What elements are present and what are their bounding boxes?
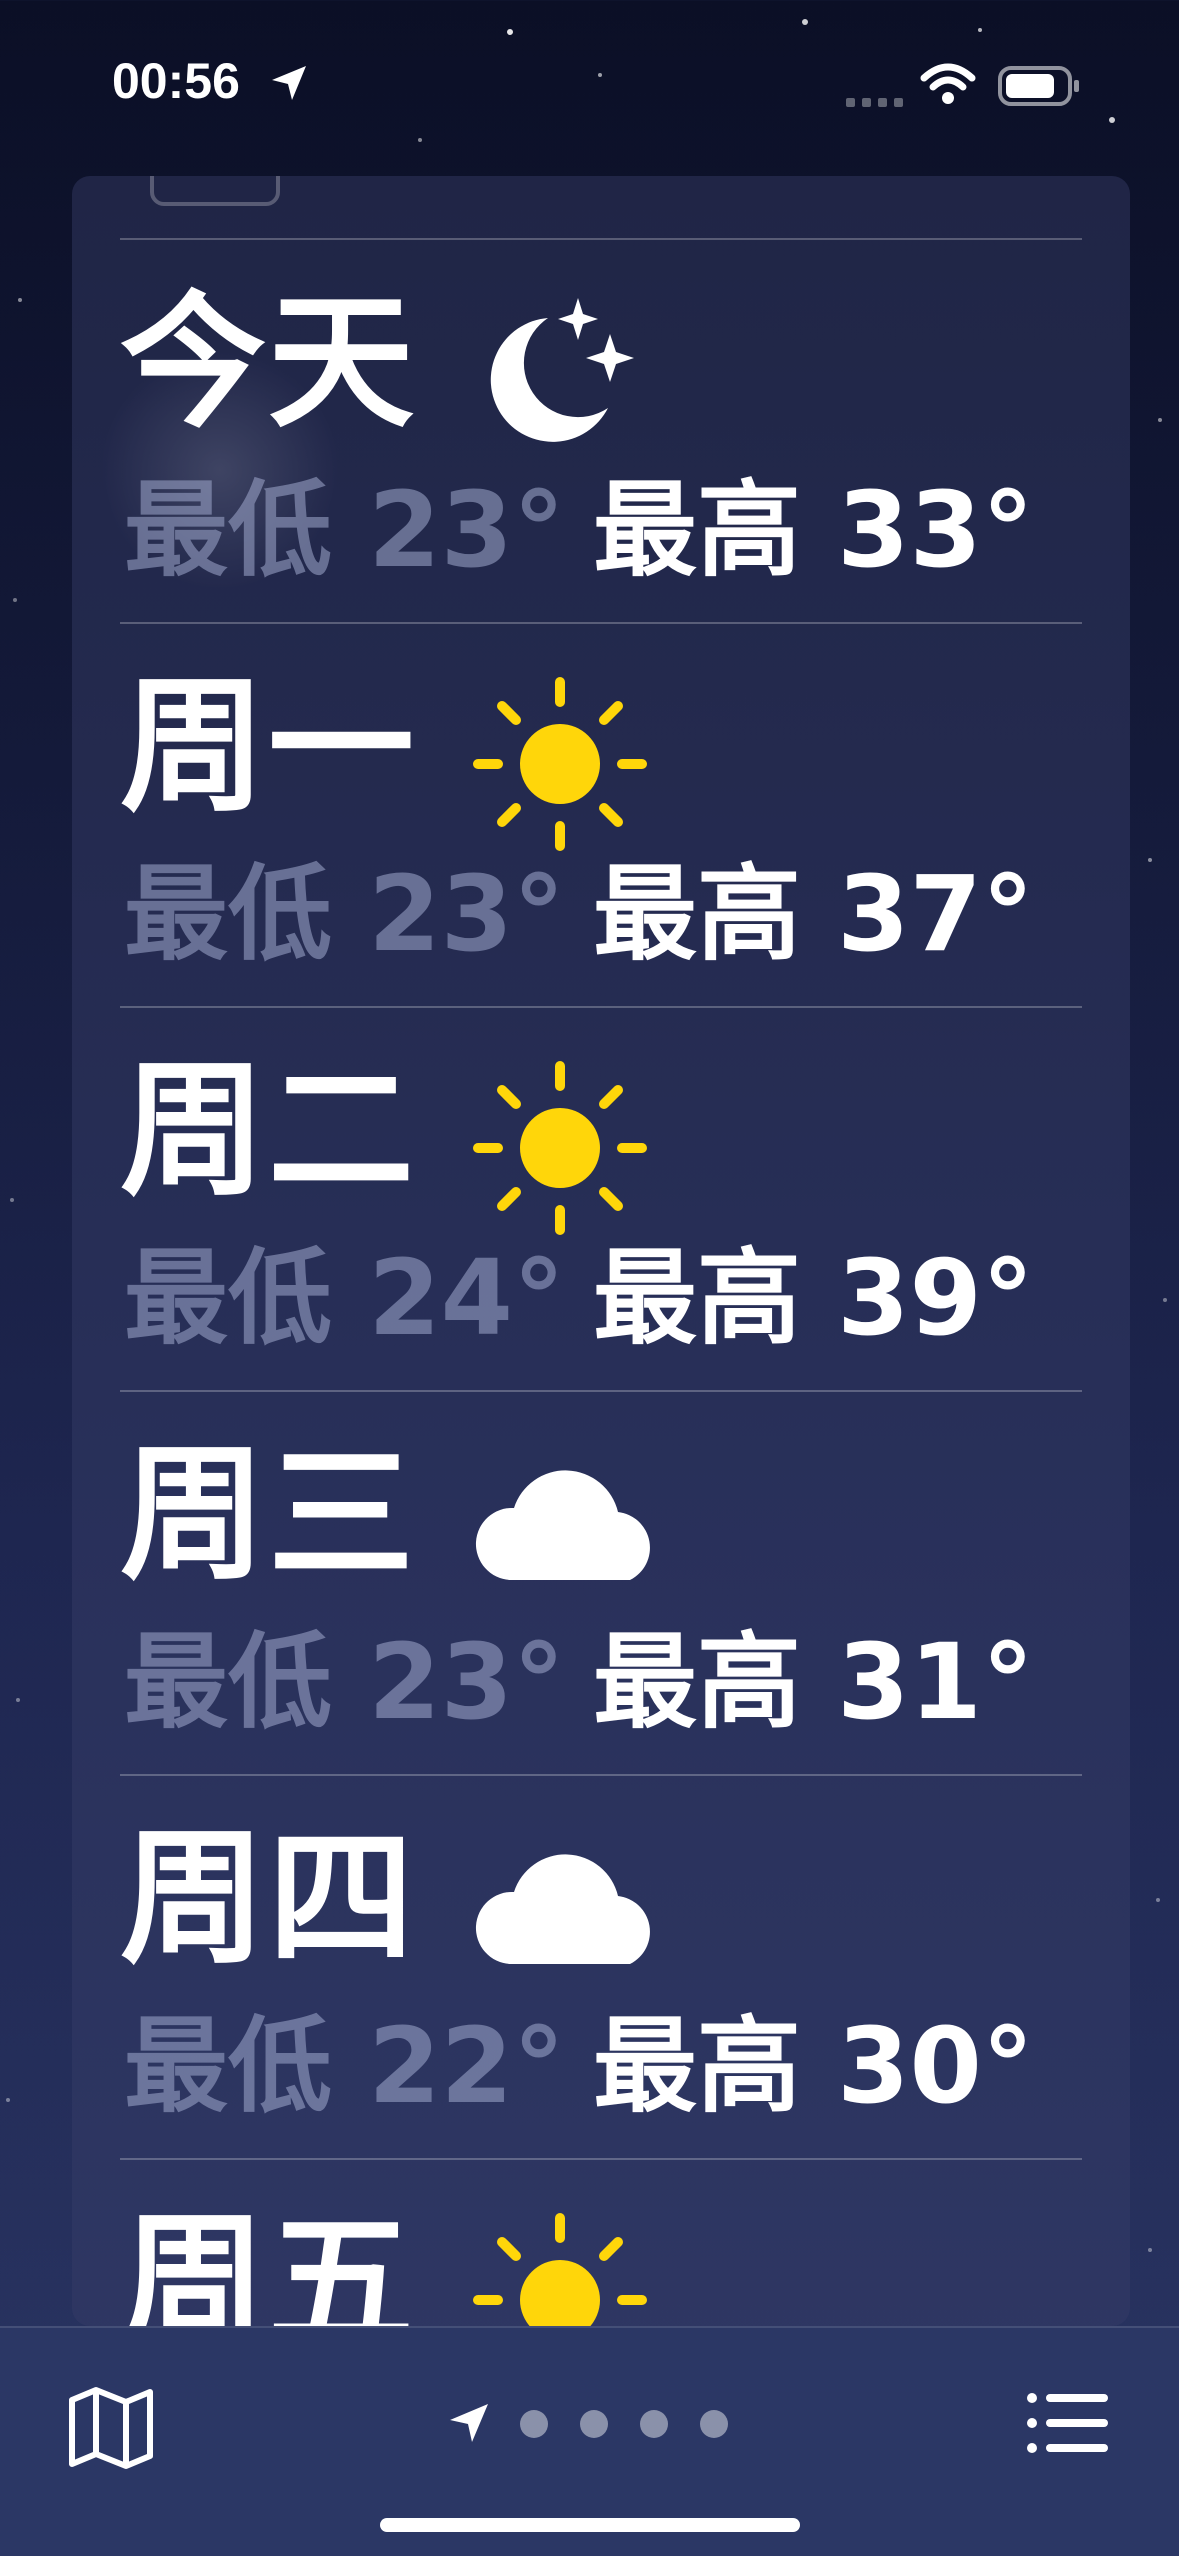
temperature-range: 最低 24° 最高 39° bbox=[124, 1238, 1034, 1358]
day-label: 今天 bbox=[120, 278, 416, 448]
page-dot bbox=[700, 2410, 728, 2438]
status-time: 00:56 bbox=[112, 53, 240, 109]
page-indicator[interactable] bbox=[446, 2398, 736, 2448]
current-location-arrow-icon bbox=[450, 2404, 488, 2442]
map-icon[interactable] bbox=[66, 2386, 156, 2470]
wifi-icon bbox=[920, 63, 976, 104]
day-label: 周三 bbox=[120, 1430, 416, 1600]
high-temp: 最高 39° bbox=[592, 1237, 1034, 1359]
day-label: 周四 bbox=[120, 1814, 416, 1984]
low-temp: 最低 22° bbox=[124, 2005, 565, 2127]
location-arrow-icon bbox=[272, 66, 306, 100]
day-label: 周五 bbox=[120, 2198, 416, 2326]
moon-stars-icon bbox=[490, 298, 634, 442]
forecast-row-today[interactable]: 今天 最低 23° 最高 33° bbox=[120, 240, 1082, 622]
cloud-icon bbox=[475, 1470, 650, 1580]
low-temp: 最低 23° bbox=[124, 469, 565, 591]
list-icon[interactable] bbox=[1026, 2390, 1110, 2456]
forecast-row-tuesday[interactable]: 周二 最低 24° 最高 39° bbox=[120, 1008, 1082, 1390]
forecast-list: 今天 最低 23° 最高 33° 周一 最低 23° 最高 37° 周二 最低 … bbox=[120, 238, 1082, 2326]
low-temp: 最低 23° bbox=[124, 853, 565, 975]
low-temp: 最低 24° bbox=[124, 1237, 565, 1359]
cloud-icon bbox=[475, 1854, 650, 1964]
sun-icon bbox=[473, 677, 647, 851]
high-temp: 最高 30° bbox=[592, 2005, 1034, 2127]
signal-icon bbox=[846, 98, 903, 107]
forecast-row-wednesday[interactable]: 周三 最低 23° 最高 31° bbox=[120, 1392, 1082, 1774]
home-indicator[interactable] bbox=[380, 2518, 800, 2532]
high-temp: 最高 33° bbox=[592, 469, 1034, 591]
forecast-row-friday[interactable]: 周五 bbox=[120, 2160, 1082, 2326]
sun-icon bbox=[473, 1061, 647, 1235]
temperature-range: 最低 23° 最高 31° bbox=[124, 1622, 1034, 1742]
ten-day-forecast-card[interactable]: 今天 最低 23° 最高 33° 周一 最低 23° 最高 37° 周二 最低 … bbox=[72, 176, 1130, 2326]
day-label: 周一 bbox=[120, 662, 416, 832]
temperature-range: 最低 22° 最高 30° bbox=[124, 2006, 1034, 2126]
battery-icon bbox=[998, 66, 1079, 106]
high-temp: 最高 31° bbox=[592, 1621, 1034, 1743]
day-label: 周二 bbox=[120, 1046, 416, 1216]
bottom-toolbar bbox=[0, 2326, 1179, 2556]
forecast-row-monday[interactable]: 周一 最低 23° 最高 37° bbox=[120, 624, 1082, 1006]
temperature-range: 最低 23° 最高 37° bbox=[124, 854, 1034, 974]
forecast-row-thursday[interactable]: 周四 最低 22° 最高 30° bbox=[120, 1776, 1082, 2158]
page-dot bbox=[580, 2410, 608, 2438]
temperature-range: 最低 23° 最高 33° bbox=[124, 470, 1034, 590]
card-header-remnant bbox=[72, 176, 1130, 238]
header-icon-remnant bbox=[150, 176, 280, 206]
low-temp: 最低 23° bbox=[124, 1621, 565, 1743]
status-bar: 00:56 bbox=[0, 0, 1179, 170]
page-dot bbox=[520, 2410, 548, 2438]
high-temp: 最高 37° bbox=[592, 853, 1034, 975]
page-dot bbox=[640, 2410, 668, 2438]
sun-icon bbox=[473, 2213, 647, 2326]
